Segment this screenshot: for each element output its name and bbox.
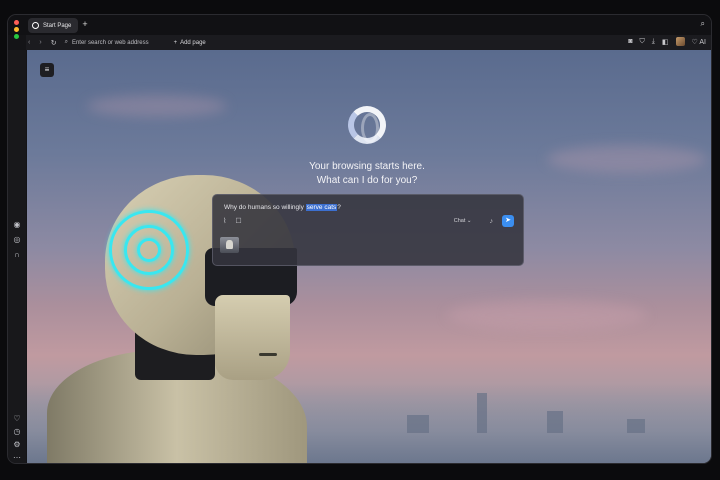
settings-icon[interactable]: ⚙ <box>12 440 22 450</box>
address-placeholder: Enter search or web address <box>71 39 149 46</box>
tagline-line-2: What can I do for you? <box>316 175 418 186</box>
building <box>477 393 487 433</box>
robot-mouth <box>259 353 277 356</box>
sidebar-toggle-icon[interactable]: ◧ <box>662 38 669 46</box>
background-cloud <box>547 145 707 173</box>
chat-mode-dropdown[interactable]: Chat ⌄ <box>454 218 472 224</box>
more-icon[interactable]: ⋯ <box>12 453 22 463</box>
minimize-window-button[interactable] <box>14 27 19 32</box>
history-icon[interactable]: ◷ <box>12 427 22 437</box>
new-tab-button[interactable]: + <box>80 19 90 29</box>
query-highlight: serve cats <box>305 204 338 211</box>
ai-label: AI <box>699 38 706 46</box>
background-cloud <box>87 95 227 117</box>
send-button[interactable]: ➤ <box>502 215 514 227</box>
sidebar: ◉ ◎ ∩ ♡ ◷ ⚙ ⋯ <box>8 50 26 463</box>
plus-icon: + <box>173 39 178 46</box>
tab-bar: Start Page + ⌕ <box>8 15 711 39</box>
toolbar-icons: ◙ ⛉ ⤓ ◧ ♡ AI <box>628 37 706 46</box>
microphone-icon[interactable]: ♪ <box>490 218 494 225</box>
chat-controls: ⌇ ☐ Chat ⌄ ♪ ➤ <box>223 215 514 227</box>
tab-search-icon[interactable]: ⌕ <box>701 19 705 29</box>
ai-button[interactable]: ♡ AI <box>692 38 706 46</box>
query-text: Why do humans so willingly <box>224 204 306 211</box>
forward-icon[interactable]: › <box>39 39 41 47</box>
glow-ring-inner <box>137 238 161 262</box>
close-window-button[interactable] <box>14 20 19 25</box>
tab-start-page[interactable]: Start Page <box>28 18 78 33</box>
search-icon: ⌕ <box>64 39 68 45</box>
chat-input[interactable]: Why do humans so willingly serve cats? <box>224 204 341 211</box>
back-icon[interactable]: ‹ <box>28 39 30 47</box>
address-toolbar: ‹ › ↻ ⌕ Enter search or web address + Ad… <box>26 35 711 50</box>
nav-buttons: ‹ › ↻ <box>28 39 57 47</box>
headphones-icon[interactable]: ∩ <box>12 250 22 260</box>
download-icon[interactable]: ⤓ <box>652 38 655 46</box>
maximize-window-button[interactable] <box>14 34 19 39</box>
reload-icon[interactable]: ↻ <box>51 39 57 47</box>
window-controls <box>14 20 19 39</box>
messenger-icon[interactable]: ◉ <box>12 220 22 230</box>
robot-face <box>215 295 290 380</box>
tab-title: Start Page <box>43 22 72 29</box>
address-field[interactable]: ⌕ Enter search or web address <box>65 39 169 46</box>
chat-mode-label: Chat <box>453 218 466 224</box>
whatsapp-icon[interactable]: ◎ <box>12 235 22 245</box>
add-page-label: Add page <box>180 39 206 46</box>
heart-icon[interactable]: ♡ <box>12 414 22 424</box>
shield-icon[interactable]: ⛉ <box>640 38 645 46</box>
camera-icon[interactable]: ◙ <box>628 38 632 45</box>
checkbox-icon[interactable]: ☐ <box>235 217 241 225</box>
add-page-button[interactable]: + Add page <box>174 40 206 46</box>
ai-chat-box[interactable]: Why do humans so willingly serve cats? ⌇… <box>212 194 524 266</box>
opera-icon <box>32 22 39 29</box>
opera-logo <box>348 106 386 144</box>
menu-icon[interactable]: ≡ <box>40 63 54 77</box>
query-suffix: ? <box>337 204 341 211</box>
background-cloud <box>447 300 647 330</box>
browser-window: Start Page + ⌕ ‹ › ↻ ⌕ Enter search or w… <box>8 15 711 463</box>
attachment-thumbnail[interactable] <box>220 237 239 253</box>
building <box>547 411 563 433</box>
profile-avatar[interactable] <box>675 37 685 46</box>
building <box>407 415 429 433</box>
start-page: ≡ Your browsing starts here. What can I … <box>27 50 711 463</box>
paperclip-icon[interactable]: ⌇ <box>223 217 226 225</box>
building <box>627 419 645 433</box>
tagline-line-1: Your browsing starts here. <box>309 161 425 172</box>
tagline: Your browsing starts here. What can I do… <box>287 160 447 188</box>
